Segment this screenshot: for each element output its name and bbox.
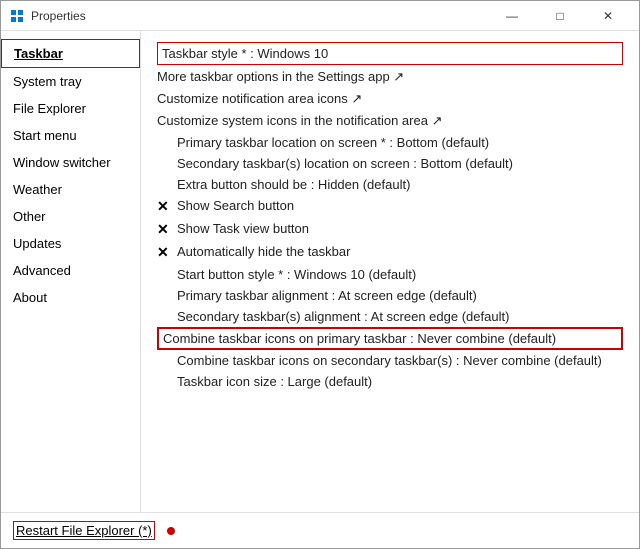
setting-taskbar-style: Taskbar style * : Windows 10 — [157, 42, 623, 65]
setting-primary-alignment: Primary taskbar alignment : At screen ed… — [157, 285, 623, 306]
status-indicator — [167, 527, 175, 535]
maximize-button[interactable]: □ — [537, 5, 583, 27]
sidebar-item-other[interactable]: Other — [1, 203, 140, 230]
restart-explorer-link[interactable]: Restart File Explorer (*) — [13, 521, 155, 540]
setting-text: Taskbar style * : Windows 10 — [162, 46, 328, 61]
properties-window: Properties — □ ✕ TaskbarSystem trayFile … — [0, 0, 640, 549]
setting-start-btn-style: Start button style * : Windows 10 (defau… — [157, 264, 623, 285]
setting-text: Extra button should be : Hidden (default… — [177, 177, 410, 192]
setting-auto-hide: ✕Automatically hide the taskbar — [157, 241, 623, 264]
window-controls: — □ ✕ — [489, 5, 631, 27]
sidebar-item-system-tray[interactable]: System tray — [1, 68, 140, 95]
setting-text: Show Search button — [177, 198, 294, 213]
setting-text: Combine taskbar icons on primary taskbar… — [163, 331, 556, 346]
sidebar-item-window-switcher[interactable]: Window switcher — [1, 149, 140, 176]
setting-secondary-alignment: Secondary taskbar(s) alignment : At scre… — [157, 306, 623, 327]
setting-text: Customize notification area icons ↗ — [157, 91, 362, 107]
setting-text: Start button style * : Windows 10 (defau… — [177, 267, 416, 282]
setting-text: Taskbar icon size : Large (default) — [177, 374, 372, 389]
setting-text: Show Task view button — [177, 221, 309, 236]
sidebar: TaskbarSystem trayFile ExplorerStart men… — [1, 31, 141, 512]
setting-primary-location: Primary taskbar location on screen * : B… — [157, 132, 623, 153]
setting-more-options: More taskbar options in the Settings app… — [157, 66, 623, 88]
x-mark-icon: ✕ — [157, 198, 175, 215]
setting-combine-secondary: Combine taskbar icons on secondary taskb… — [157, 350, 623, 371]
setting-show-task-view: ✕Show Task view button — [157, 218, 623, 241]
setting-text: More taskbar options in the Settings app… — [157, 69, 404, 85]
setting-text: Customize system icons in the notificati… — [157, 113, 442, 129]
x-mark-icon: ✕ — [157, 221, 175, 238]
sidebar-item-updates[interactable]: Updates — [1, 230, 140, 257]
setting-customize-sys: Customize system icons in the notificati… — [157, 110, 623, 132]
sidebar-item-about[interactable]: About — [1, 284, 140, 311]
setting-text: Primary taskbar location on screen * : B… — [177, 135, 489, 150]
window-title: Properties — [31, 9, 489, 23]
minimize-button[interactable]: — — [489, 5, 535, 27]
setting-text: Automatically hide the taskbar — [177, 244, 350, 259]
setting-show-search: ✕Show Search button — [157, 195, 623, 218]
window-icon — [9, 8, 25, 24]
setting-text: Secondary taskbar(s) alignment : At scre… — [177, 309, 509, 324]
setting-customize-notif: Customize notification area icons ↗ — [157, 88, 623, 110]
window-content: TaskbarSystem trayFile ExplorerStart men… — [1, 31, 639, 512]
title-bar: Properties — □ ✕ — [1, 1, 639, 31]
main-panel: Taskbar style * : Windows 10 More taskbar… — [141, 31, 639, 512]
setting-icon-size: Taskbar icon size : Large (default) — [157, 371, 623, 392]
sidebar-item-file-explorer[interactable]: File Explorer — [1, 95, 140, 122]
setting-extra-button: Extra button should be : Hidden (default… — [157, 174, 623, 195]
sidebar-item-weather[interactable]: Weather — [1, 176, 140, 203]
sidebar-item-advanced[interactable]: Advanced — [1, 257, 140, 284]
sidebar-item-start-menu[interactable]: Start menu — [1, 122, 140, 149]
x-mark-icon: ✕ — [157, 244, 175, 261]
sidebar-item-taskbar[interactable]: Taskbar — [1, 39, 140, 68]
setting-text: Combine taskbar icons on secondary taskb… — [177, 353, 602, 368]
setting-text: Secondary taskbar(s) location on screen … — [177, 156, 513, 171]
setting-secondary-location: Secondary taskbar(s) location on screen … — [157, 153, 623, 174]
footer: Restart File Explorer (*) — [1, 512, 639, 548]
setting-text: Primary taskbar alignment : At screen ed… — [177, 288, 477, 303]
close-button[interactable]: ✕ — [585, 5, 631, 27]
setting-combine-primary: Combine taskbar icons on primary taskbar… — [157, 327, 623, 350]
